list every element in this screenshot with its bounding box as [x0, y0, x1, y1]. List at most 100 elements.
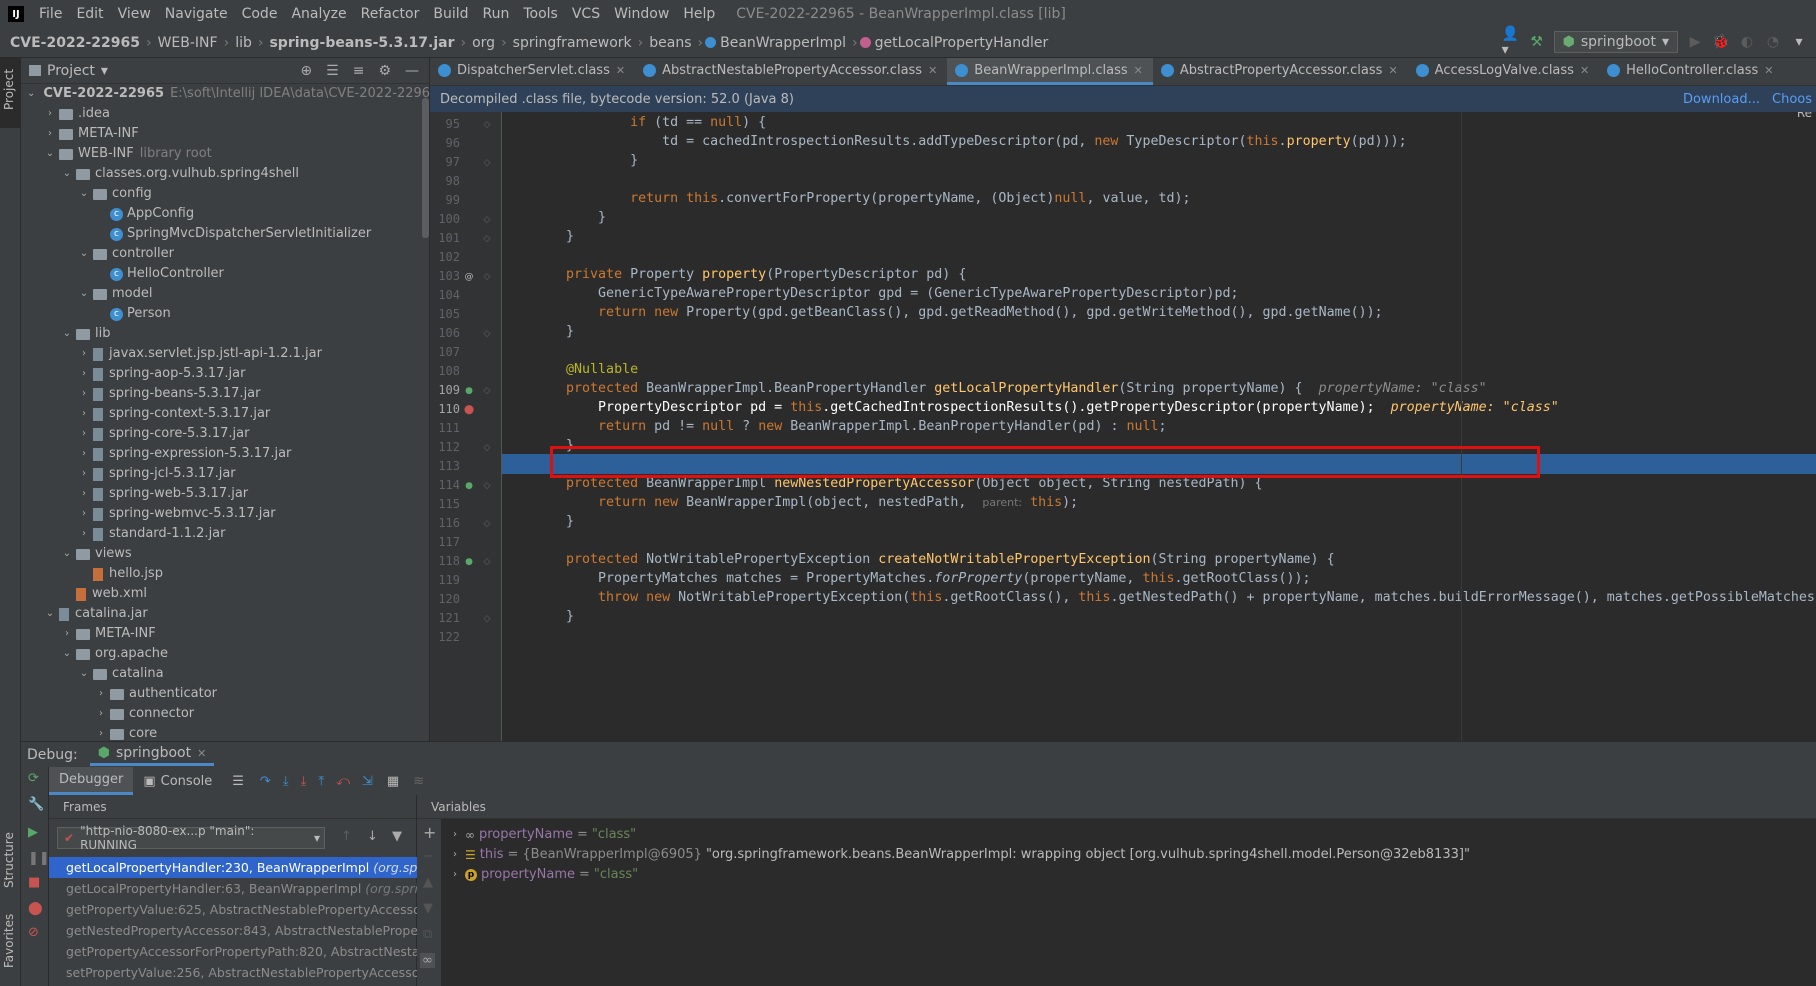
evaluate-expression-icon[interactable]: ▦ — [379, 774, 407, 789]
minus-icon[interactable]: − — [423, 849, 434, 864]
menu-code[interactable]: Code — [235, 0, 285, 28]
download-sources-link[interactable]: Download... — [1683, 92, 1772, 107]
build-hammer-icon[interactable]: ⚒ — [1528, 33, 1546, 51]
breadcrumb-item-lib[interactable]: lib — [231, 35, 256, 51]
menu-file[interactable]: File — [32, 0, 69, 28]
menu-edit[interactable]: Edit — [69, 0, 110, 28]
fold-marker-icon[interactable]: ◇ — [482, 481, 492, 491]
menu-view[interactable]: View — [111, 0, 158, 28]
close-icon[interactable]: ✕ — [1134, 64, 1143, 77]
close-icon[interactable]: ✕ — [616, 64, 625, 77]
arrow-up-icon[interactable]: ▲ — [423, 875, 433, 890]
breadcrumb-item-jar[interactable]: spring-beans-5.3.17.jar — [265, 35, 458, 51]
step-out-icon[interactable]: ⤒ — [312, 774, 330, 789]
chevron-down-icon[interactable]: ⌄ — [44, 604, 56, 624]
breadcrumb-item-beans[interactable]: beans — [645, 35, 695, 51]
glasses-icon[interactable]: ∞ — [420, 953, 435, 968]
code-editor[interactable]: 9495◇9697◇9899100◇101◇102103◇@104105106◇… — [430, 112, 1816, 741]
chevron-down-icon[interactable]: ⌄ — [61, 644, 73, 664]
stack-frame[interactable]: getLocalPropertyHandler:230, BeanWrapper… — [49, 857, 417, 878]
tree-item[interactable]: › spring-web-5.3.17.jar — [21, 484, 429, 504]
chevron-right-icon[interactable]: › — [78, 444, 90, 464]
tree-item[interactable]: web.xml — [21, 584, 429, 604]
chevron-right-icon[interactable]: › — [61, 624, 73, 644]
run-icon[interactable]: ▶ — [1686, 33, 1704, 51]
fold-marker-icon[interactable]: ◇ — [482, 158, 492, 168]
chevron-down-icon[interactable]: ⌄ — [78, 184, 90, 204]
locate-icon[interactable]: ⊕ — [300, 63, 312, 79]
tree-item[interactable]: › META-INF — [21, 124, 429, 144]
chevron-right-icon[interactable]: › — [44, 124, 56, 144]
chevron-down-icon[interactable]: ⌄ — [78, 244, 90, 264]
close-icon[interactable]: ✕ — [928, 64, 937, 77]
fold-marker-icon[interactable]: ◇ — [482, 557, 492, 567]
chevron-right-icon[interactable]: › — [78, 524, 90, 544]
menu-refactor[interactable]: Refactor — [354, 0, 427, 28]
breadcrumb-item-method[interactable]: getLocalPropertyHandler — [871, 35, 1053, 51]
close-icon[interactable]: ✕ — [197, 747, 206, 760]
chevron-down-icon[interactable]: ⌄ — [78, 664, 90, 684]
tree-item[interactable]: ⌄ controller — [21, 244, 429, 264]
editor-gutter[interactable]: 9495◇9697◇9899100◇101◇102103◇@104105106◇… — [430, 112, 502, 741]
tree-item[interactable]: c SpringMvcDispatcherServletInitializer — [21, 224, 429, 244]
tree-item[interactable]: › authenticator — [21, 684, 429, 704]
collapse-all-icon[interactable]: ≡ — [353, 63, 365, 79]
tree-item[interactable]: c Person — [21, 304, 429, 324]
stop-icon[interactable]: ■ — [28, 875, 40, 890]
close-icon[interactable]: ✕ — [1764, 64, 1773, 77]
chevron-right-icon[interactable]: › — [449, 845, 461, 865]
tree-item[interactable]: c AppConfig — [21, 204, 429, 224]
chevron-right-icon[interactable]: › — [95, 684, 107, 704]
gear-icon[interactable]: ⚙ — [378, 63, 391, 79]
variable-row[interactable]: › ☰ this = {BeanWrapperImpl@6905} "org.s… — [449, 845, 1470, 865]
wrench-icon[interactable]: 🔧 — [28, 797, 44, 812]
force-step-into-icon[interactable]: ⤓ — [295, 774, 313, 789]
close-icon[interactable]: ✕ — [1580, 64, 1589, 77]
reader-mode-label[interactable]: Re — [1797, 112, 1812, 120]
chevron-right-icon[interactable]: › — [78, 404, 90, 424]
view-breakpoints-icon[interactable]: ⬤ — [28, 901, 43, 916]
breadcrumb-item-class[interactable]: BeanWrapperImpl — [716, 35, 850, 51]
chevron-down-icon[interactable]: ⌄ — [61, 544, 73, 564]
step-into-icon[interactable]: ⤓ — [277, 774, 295, 789]
override-marker-icon[interactable]: ● — [464, 557, 474, 567]
tree-item[interactable]: ⌄ classes.org.vulhub.spring4shell — [21, 164, 429, 184]
chevron-right-icon[interactable]: › — [78, 344, 90, 364]
tree-item[interactable]: ⌄ org.apache — [21, 644, 429, 664]
menu-vcs[interactable]: VCS — [565, 0, 607, 28]
breadcrumb-item-org[interactable]: org — [468, 35, 499, 51]
fold-marker-icon[interactable]: ◇ — [482, 120, 492, 130]
profile-icon[interactable]: ◔ — [1764, 33, 1782, 51]
pause-icon[interactable]: ❚❚ — [28, 851, 50, 866]
scrollbar[interactable] — [422, 98, 429, 238]
menu-window[interactable]: Window — [607, 0, 676, 28]
chevron-right-icon[interactable]: › — [78, 384, 90, 404]
menu-help[interactable]: Help — [676, 0, 722, 28]
chevron-right-icon[interactable]: › — [449, 865, 461, 885]
tree-item[interactable]: ⌄ CVE-2022-22965 E:\soft\Intellij IDEA\dat… — [21, 84, 438, 104]
drop-frame-icon[interactable]: ⤺ — [330, 774, 356, 789]
close-icon[interactable]: ✕ — [1388, 64, 1397, 77]
mute-breakpoints-icon[interactable]: ⊘ — [28, 925, 39, 940]
chevron-down-icon[interactable]: ⌄ — [78, 284, 90, 304]
fold-marker-icon[interactable]: ◇ — [482, 614, 492, 624]
project-panel-title[interactable]: Project — [47, 63, 95, 79]
tree-item[interactable]: › connector — [21, 704, 429, 724]
chevron-right-icon[interactable]: › — [95, 704, 107, 724]
thread-select[interactable]: ✔ "http-nio-8080-ex...p "main": RUNNING … — [57, 824, 325, 852]
variable-row[interactable]: › p propertyName = "class" — [449, 865, 638, 885]
chevron-down-icon[interactable]: ⌄ — [61, 164, 73, 184]
filter-icon[interactable]: ▼ — [392, 829, 402, 844]
tab-console[interactable]: ▣ Console — [133, 774, 222, 789]
annotation-icon[interactable]: @ — [464, 272, 474, 282]
tree-item[interactable]: › META-INF — [21, 624, 429, 644]
chevron-right-icon[interactable]: › — [44, 104, 56, 124]
debug-bug-icon[interactable]: 🐞 — [1712, 33, 1730, 51]
arrow-down-icon[interactable]: ▼ — [423, 901, 433, 916]
choose-sources-link[interactable]: Choos — [1772, 92, 1816, 107]
variable-row[interactable]: › ∞ propertyName = "class" — [449, 825, 636, 845]
tree-item[interactable]: › spring-aop-5.3.17.jar — [21, 364, 429, 384]
tab-abstractnestablepropertyaccessor[interactable]: AbstractNestablePropertyAccessor.class ✕ — [635, 58, 947, 85]
fold-marker-icon[interactable]: ◇ — [482, 519, 492, 529]
chevron-right-icon[interactable]: › — [78, 504, 90, 524]
